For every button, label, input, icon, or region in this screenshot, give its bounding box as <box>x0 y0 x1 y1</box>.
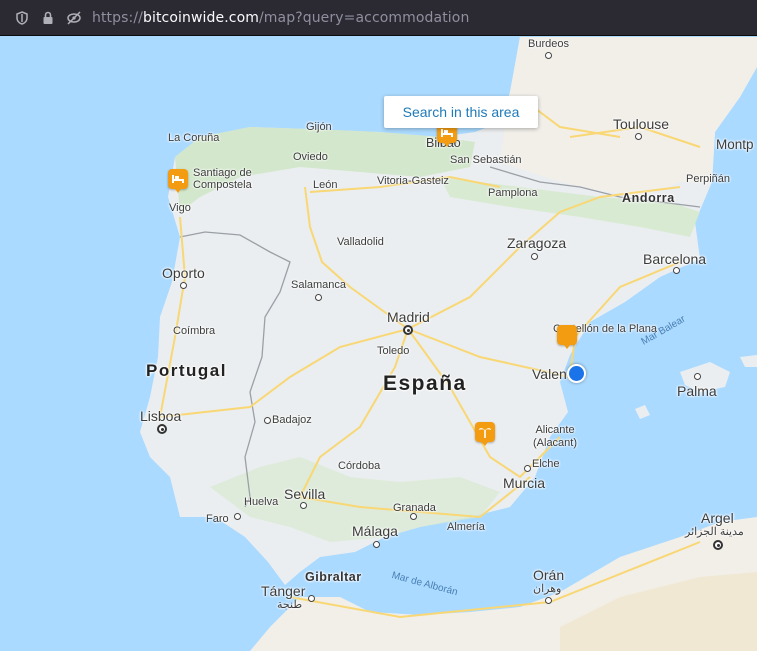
city-label: Coímbra <box>173 325 216 337</box>
city-label: Málaga <box>352 523 398 539</box>
city-label: Zaragoza <box>507 235 567 251</box>
city-label: Vitoria-Gasteiz <box>377 175 449 187</box>
lock-icon[interactable] <box>40 10 56 26</box>
city-dot <box>531 253 538 260</box>
city-label: Almería <box>447 521 485 533</box>
city-label: Santiago de Compostela <box>193 167 252 192</box>
city-label: Barcelona <box>643 251 707 267</box>
tracking-off-icon[interactable] <box>66 10 82 26</box>
city-label: Vigo <box>169 202 191 214</box>
search-in-area-button[interactable]: Search in this area <box>384 96 538 128</box>
city-label: Montp <box>716 137 754 152</box>
city-label-arabic: وهران <box>533 583 562 595</box>
ibiza <box>635 405 650 419</box>
city-dot <box>545 597 552 604</box>
city-label-arabic: مدينة الجزائر <box>685 526 744 538</box>
capital-marker-argel <box>713 540 723 550</box>
city-dot <box>545 52 552 59</box>
city-label: Oporto <box>162 265 205 281</box>
city-label: San Sebastián <box>450 154 522 166</box>
country-label-andorra: Andorra <box>622 191 675 205</box>
beach-marker[interactable] <box>475 422 495 446</box>
city-label: Burdeos <box>528 38 569 50</box>
city-label: Toledo <box>377 345 410 357</box>
hotel-marker[interactable] <box>557 325 577 349</box>
city-label: León <box>313 179 338 191</box>
hotel-marker[interactable] <box>168 169 188 193</box>
city-label: Badajoz <box>272 414 312 426</box>
city-label: Valladolid <box>337 236 384 248</box>
city-label: Murcia <box>503 475 546 491</box>
city-dot <box>524 465 531 472</box>
city-label: Huelva <box>244 496 279 508</box>
country-label-spain: España <box>383 372 467 395</box>
city-dot <box>308 595 315 602</box>
city-label: Orán <box>533 567 565 583</box>
city-label: Oviedo <box>293 151 328 163</box>
city-label: Salamanca <box>291 279 347 291</box>
city-label: La Coruña <box>168 132 220 144</box>
browser-url-bar[interactable]: https://bitcoinwide.com/map?query=accomm… <box>0 0 757 36</box>
city-label: Gijón <box>306 121 332 133</box>
city-dot <box>300 502 307 509</box>
city-dot <box>694 373 701 380</box>
user-location-marker[interactable] <box>567 364 586 383</box>
url-host: bitcoinwide.com <box>142 9 259 26</box>
url-text[interactable]: https://bitcoinwide.com/map?query=accomm… <box>92 10 469 26</box>
palm-tree-icon <box>479 428 491 438</box>
shield-icon[interactable] <box>14 10 30 26</box>
url-scheme: https:// <box>92 9 143 26</box>
bed-icon <box>172 175 184 183</box>
city-dot <box>373 541 380 548</box>
city-dot <box>180 282 187 289</box>
capital-marker-lisboa <box>157 424 167 434</box>
city-label: Lisboa <box>140 408 182 424</box>
bed-icon <box>441 129 453 137</box>
url-path: /map?query=accommodation <box>258 9 470 26</box>
city-label: Elche <box>532 458 560 470</box>
city-label: Faro <box>206 513 229 525</box>
city-dot <box>264 417 271 424</box>
city-label: Pamplona <box>488 187 538 199</box>
city-label: Alicante (Alacant) <box>533 424 578 449</box>
city-label: Sevilla <box>284 486 326 502</box>
city-label: Tánger <box>261 583 306 599</box>
city-dot <box>410 513 417 520</box>
city-label: Madrid <box>387 309 430 325</box>
city-label: Argel <box>701 510 734 526</box>
city-label: Toulouse <box>613 116 670 132</box>
city-label: Palma <box>677 383 717 399</box>
city-dot <box>673 267 680 274</box>
city-label: Gibraltar <box>305 570 362 584</box>
menorca <box>740 355 757 367</box>
country-label-portugal: Portugal <box>146 361 227 380</box>
city-dot <box>234 513 241 520</box>
city-label: Córdoba <box>338 460 381 472</box>
capital-marker-madrid <box>403 325 413 335</box>
city-dot <box>315 294 322 301</box>
city-dot <box>635 133 642 140</box>
map-canvas[interactable]: Burdeos Toulouse Montp Perpiñán Andorra … <box>0 37 757 651</box>
city-label: Perpiñán <box>686 173 731 185</box>
city-label-arabic: طنجة <box>277 599 303 611</box>
